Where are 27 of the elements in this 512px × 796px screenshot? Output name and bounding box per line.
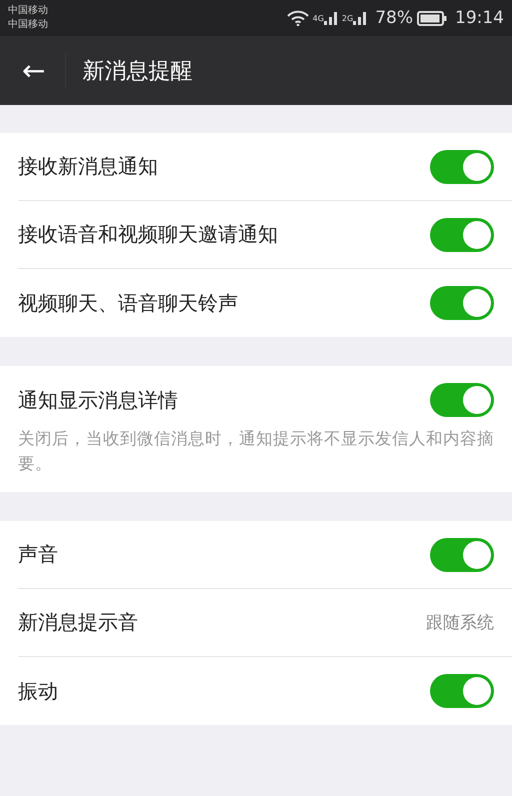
setting-label: 振动 [18, 678, 58, 704]
toggle-switch[interactable] [430, 150, 494, 184]
setting-value[interactable]: 跟随系统 [426, 611, 494, 634]
signal-icon [324, 11, 338, 25]
toggle-switch[interactable] [430, 383, 494, 417]
battery-icon [417, 10, 447, 26]
signal-icon [353, 11, 368, 25]
page-title: 新消息提醒 [82, 58, 192, 86]
setting-label: 通知显示消息详情 [18, 386, 178, 414]
toggle-switch[interactable] [430, 286, 494, 320]
battery-percent: 78% [375, 8, 413, 28]
wifi-icon [286, 10, 309, 26]
toggle-switch[interactable] [430, 538, 494, 572]
network-label: 2G [342, 14, 354, 23]
toggle-switch[interactable] [430, 218, 494, 252]
clock: 19:14 [455, 8, 504, 28]
setting-label: 接收语音和视频聊天邀请通知 [18, 221, 278, 248]
setting-label: 接收新消息通知 [18, 153, 158, 180]
carrier-label: 中国移动 [8, 4, 48, 18]
network-label: 4G [312, 14, 324, 23]
setting-label: 新消息提示音 [18, 609, 138, 636]
toggle-switch[interactable] [430, 674, 494, 708]
back-button[interactable]: ← [12, 54, 56, 87]
carrier-label: 中国移动 [8, 18, 48, 32]
setting-description: 关闭后，当收到微信消息时，通知提示将不显示发信人和内容摘要。 [18, 428, 495, 475]
setting-label: 声音 [18, 541, 58, 568]
setting-label: 视频聊天、语音聊天铃声 [18, 290, 238, 316]
